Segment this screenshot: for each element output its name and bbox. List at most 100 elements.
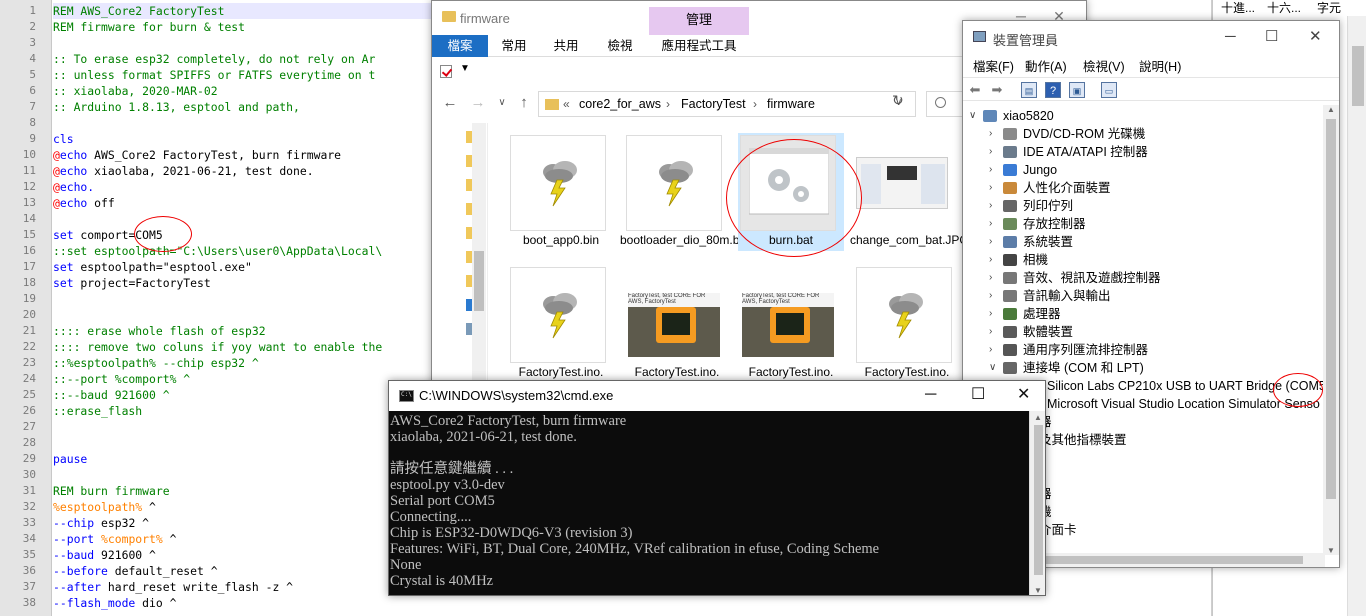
file-item[interactable]: FactoryTest, test CORE FOR AWS, FactoryT… (624, 265, 730, 383)
vertical-scrollbar[interactable]: ▲ ▼ (1029, 411, 1045, 595)
breadcrumb-core2[interactable]: core2_for_aws (579, 97, 661, 111)
code-line[interactable]: set project=FactoryTest (53, 275, 211, 291)
navigation-pane[interactable] (432, 123, 488, 391)
code-line[interactable]: REM AWS_Core2 FactoryTest (53, 3, 453, 19)
chevron-right-icon[interactable]: › (989, 233, 999, 251)
column-tab-char[interactable]: 字元 (1317, 0, 1341, 16)
checkbox-icon[interactable] (440, 65, 452, 78)
chevron-right-icon[interactable]: › (989, 305, 999, 323)
chevron-right-icon[interactable]: › (989, 287, 999, 305)
file-item[interactable]: FactoryTest.ino. (508, 265, 614, 383)
code-line[interactable]: --flash_mode dio ^ (53, 595, 176, 611)
vertical-scrollbar[interactable]: ▲ ▼ (1323, 105, 1339, 555)
forward-arrow-icon[interactable]: ➡ (989, 82, 1005, 98)
scroll-up-icon[interactable]: ▲ (1034, 413, 1042, 422)
code-line[interactable]: :: Arduino 1.8.13, esptool and path, (53, 99, 300, 115)
chevron-right-icon[interactable]: › (989, 125, 999, 143)
update-driver-icon[interactable]: ▣ (1069, 82, 1085, 98)
code-line[interactable]: ::erase_flash (53, 403, 142, 419)
tab-manage[interactable]: 管理 (649, 7, 749, 35)
menu-file[interactable]: 檔案(F) (973, 56, 1014, 75)
code-line[interactable]: set comport=COM5 (53, 227, 163, 243)
breadcrumb-firmware[interactable]: firmware (767, 97, 815, 111)
chevron-right-icon[interactable]: › (989, 341, 999, 359)
chevron-right-icon[interactable]: › (989, 161, 999, 179)
back-arrow-icon[interactable]: ← (440, 93, 460, 113)
code-line[interactable]: :::: erase whole flash of esp32 (53, 323, 266, 339)
file-item[interactable]: FactoryTest, test CORE FOR AWS, FactoryT… (738, 265, 844, 383)
menu-help[interactable]: 說明(H) (1139, 56, 1181, 75)
file-item[interactable]: boot_app0.bin (508, 133, 614, 251)
code-line[interactable]: REM firmware for burn & test (53, 19, 245, 35)
title-bar[interactable]: C:\WINDOWS\system32\cmd.exe ─ ☐ ✕ (389, 381, 1045, 411)
chevron-right-icon[interactable]: › (989, 179, 999, 197)
properties-icon[interactable]: ▤ (1021, 82, 1037, 98)
breadcrumb-overflow[interactable]: « (563, 97, 570, 111)
code-line[interactable]: cls (53, 131, 74, 147)
code-line[interactable]: :: unless format SPIFFS or FATFS everyti… (53, 67, 375, 83)
chevron-right-icon[interactable]: › (989, 197, 999, 215)
code-line[interactable]: --before default_reset ^ (53, 563, 218, 579)
tab-share[interactable]: 共用 (548, 35, 584, 57)
tab-app-tools[interactable]: 應用程式工具 (654, 35, 744, 57)
scrollbar-thumb[interactable] (1043, 556, 1303, 564)
file-item[interactable]: bootloader_dio_80m.bin (620, 133, 749, 251)
code-line[interactable]: ::set esptoolpath="C:\Users\user0\AppDat… (53, 243, 382, 259)
code-line[interactable]: %esptoolpath% ^ (53, 499, 156, 515)
tab-view[interactable]: 檢視 (602, 35, 638, 57)
console-output[interactable]: AWS_Core2 FactoryTest, burn firmware xiao… (389, 411, 1029, 595)
breadcrumb-factorytest[interactable]: FactoryTest (681, 97, 746, 111)
code-line[interactable]: pause (53, 451, 87, 467)
title-bar[interactable]: 裝置管理員 ─ ☐ ✕ (963, 21, 1339, 53)
code-line[interactable]: set esptoolpath="esptool.exe" (53, 259, 252, 275)
scrollbar-thumb[interactable] (1326, 119, 1336, 499)
scrollbar-thumb[interactable] (1034, 425, 1043, 575)
scrollbar-thumb[interactable] (1352, 46, 1364, 106)
code-line[interactable]: ::%esptoolpath% --chip esp32 ^ (53, 355, 259, 371)
code-line[interactable]: ::--baud 921600 ^ (53, 387, 170, 403)
address-bar[interactable]: « core2_for_aws › FactoryTest › firmware… (538, 91, 916, 117)
code-line[interactable]: :: To erase esp32 completely, do not rel… (53, 51, 375, 67)
scrollbar-thumb[interactable] (474, 251, 484, 311)
column-tab-decimal[interactable]: 十進... (1221, 0, 1255, 16)
help-icon[interactable]: ? (1045, 82, 1061, 98)
file-item[interactable]: change_com_bat.JPG (850, 133, 969, 251)
back-arrow-icon[interactable]: ⬅ (967, 82, 983, 98)
maximize-icon[interactable]: ☐ (1265, 29, 1278, 44)
chevron-right-icon[interactable]: › (989, 251, 999, 269)
code-line[interactable]: @echo AWS_Core2 FactoryTest, burn firmwa… (53, 147, 341, 163)
scroll-down-icon[interactable]: ▼ (1327, 546, 1335, 555)
chevron-right-icon[interactable]: › (989, 143, 999, 161)
close-icon[interactable]: ✕ (1309, 29, 1322, 44)
close-icon[interactable]: ✕ (1017, 386, 1030, 404)
refresh-icon[interactable]: ↻ (892, 92, 904, 109)
scrollbar[interactable] (472, 123, 486, 391)
chevron-down-icon[interactable]: ∨ (969, 107, 979, 125)
tab-home[interactable]: 常用 (496, 35, 532, 57)
code-line[interactable]: --chip esp32 ^ (53, 515, 149, 531)
code-line[interactable]: --baud 921600 ^ (53, 547, 156, 563)
minimize-icon[interactable]: ─ (925, 386, 936, 404)
scroll-up-icon[interactable]: ▲ (1327, 105, 1335, 114)
forward-arrow-icon[interactable]: → (468, 93, 488, 113)
code-line[interactable]: REM burn firmware (53, 483, 170, 499)
code-line[interactable]: @echo off (53, 195, 115, 211)
code-line[interactable]: @echo xiaolaba, 2021-06-21, test done. (53, 163, 314, 179)
code-line[interactable]: --after hard_reset write_flash -z ^ (53, 579, 293, 595)
menu-view[interactable]: 檢視(V) (1083, 56, 1125, 75)
code-line[interactable]: --port %comport% ^ (53, 531, 176, 547)
code-line[interactable]: @echo. (53, 179, 94, 195)
file-item[interactable]: burn.bat (738, 133, 844, 251)
chevron-right-icon[interactable]: › (989, 269, 999, 287)
scan-hardware-icon[interactable]: ▭ (1101, 82, 1117, 98)
code-line[interactable]: :: xiaolaba, 2020-MAR-02 (53, 83, 218, 99)
scroll-down-icon[interactable]: ▼ (1034, 586, 1042, 595)
chevron-down-icon[interactable]: ∨ (989, 359, 999, 377)
chevron-down-icon[interactable]: ▼ (460, 63, 470, 74)
code-line[interactable]: ::--port %comport% ^ (53, 371, 190, 387)
code-line[interactable]: :::: remove two coluns if yoy want to en… (53, 339, 382, 355)
chevron-right-icon[interactable]: › (989, 323, 999, 341)
up-arrow-icon[interactable]: ↑ (514, 93, 534, 113)
tab-file[interactable]: 檔案 (432, 35, 488, 57)
scrollbar[interactable] (1347, 16, 1366, 616)
